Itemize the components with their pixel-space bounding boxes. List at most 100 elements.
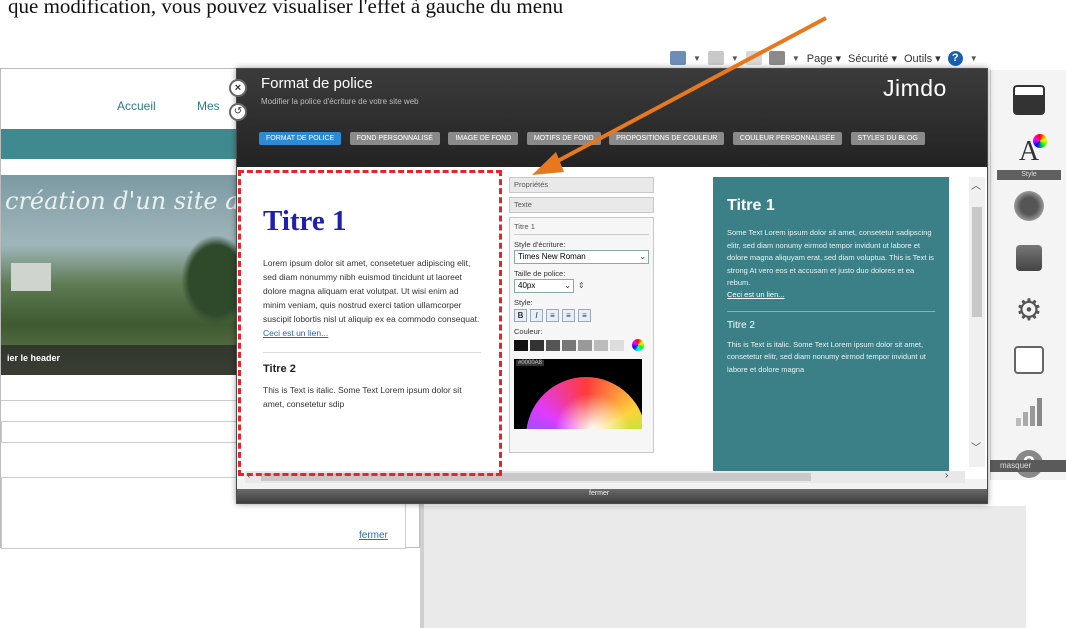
color-swatch[interactable]	[578, 339, 592, 351]
tab-background-image[interactable]: Image de fond	[448, 132, 519, 145]
preview-heading-1[interactable]: Titre 1	[263, 205, 481, 238]
dialog-title: Format de police	[261, 75, 373, 92]
tab-color-suggestions[interactable]: Propositions de couleur	[609, 132, 725, 145]
color-picker[interactable]: #0000A8	[514, 359, 642, 429]
chevron-down-icon: ⌄	[639, 252, 646, 261]
color-swatch[interactable]	[594, 339, 608, 351]
jimdo-side-toolbar: A Style ⚙ ?	[990, 70, 1066, 480]
preview-link[interactable]: Ceci est un lien...	[263, 328, 481, 338]
scroll-thumb[interactable]	[261, 473, 811, 481]
preview-teal[interactable]: Titre 1 Some Text Lorem ipsum dolor sit …	[713, 177, 949, 479]
bold-button[interactable]: B	[514, 309, 527, 322]
scroll-thumb[interactable]	[972, 207, 982, 317]
dialog-subtitle: Modifier la police d'écriture de votre s…	[261, 97, 419, 106]
color-swatch[interactable]	[530, 339, 544, 351]
preview-link[interactable]: Ceci est un lien...	[727, 290, 935, 299]
bar-chart-icon	[1016, 398, 1042, 426]
color-swatch[interactable]	[546, 339, 560, 351]
style-buttons: B I ≡ ≡ ≡	[514, 309, 649, 322]
tools-menu[interactable]: Outils ▾	[904, 52, 941, 65]
vertical-scrollbar[interactable]: ︿ ﹀	[969, 177, 985, 467]
horizontal-scrollbar[interactable]: ‹ ›	[245, 470, 965, 483]
chevron-up-icon[interactable]: ︿	[971, 177, 981, 192]
tab-blog-styles[interactable]: Styles du blog	[850, 132, 925, 145]
color-swatch[interactable]	[562, 339, 576, 351]
chevron-down-icon[interactable]: ▼	[970, 54, 978, 63]
divider	[727, 310, 935, 312]
help-icon[interactable]: ?	[947, 50, 963, 66]
close-link[interactable]: fermer	[359, 530, 388, 541]
font-format-dialog: × ↺ Format de police Modifier la police …	[229, 68, 988, 504]
hide-toolbar-button[interactable]: masquer	[990, 460, 1066, 472]
font-family-select[interactable]: Times New Roman ⌄	[514, 250, 649, 264]
divider	[263, 352, 481, 353]
palette-icon	[1033, 134, 1047, 148]
align-right-button[interactable]: ≡	[578, 309, 591, 322]
settings-tool[interactable]: ⚙	[991, 284, 1066, 336]
sound-tool[interactable]	[991, 180, 1066, 232]
font-family-label: Style d'écriture:	[514, 240, 566, 249]
chevron-right-icon[interactable]: ›	[945, 470, 948, 481]
align-left-button[interactable]: ≡	[546, 309, 559, 322]
home-icon[interactable]	[670, 51, 686, 65]
close-icon[interactable]: ×	[229, 79, 247, 97]
chevron-down-icon[interactable]: ﹀	[971, 439, 981, 454]
box-icon	[1016, 245, 1042, 271]
chevron-down-icon[interactable]: ▼	[693, 54, 701, 63]
jimdo-logo: Jimdo	[883, 75, 947, 101]
style-label: Style:	[514, 298, 533, 307]
print-icon[interactable]	[768, 51, 785, 65]
size-stepper-icon[interactable]: ⇕	[578, 281, 585, 290]
page-menu[interactable]: Page ▾	[807, 52, 841, 65]
tab-background-patterns[interactable]: Motifs de fond	[526, 132, 601, 145]
dialog-footer: fermer	[237, 489, 987, 503]
font-size-label: Taille de police:	[514, 269, 566, 278]
stats-tool[interactable]	[991, 386, 1066, 438]
preview-white[interactable]: Titre 1 Lorem ipsum dolor sit amet, cons…	[243, 177, 501, 477]
store-tool[interactable]	[991, 232, 1066, 284]
house-shape	[11, 263, 51, 291]
mail-icon[interactable]	[745, 51, 762, 65]
chevron-down-icon[interactable]: ▼	[792, 54, 800, 63]
tab-font-format[interactable]: Format de police	[259, 132, 342, 145]
layout-tool[interactable]	[991, 74, 1066, 126]
font-size-select[interactable]: 40px ⌄	[514, 279, 574, 293]
tab-custom-background[interactable]: Fond personnalisé	[349, 132, 440, 145]
chevron-down-icon: ⌄	[564, 281, 571, 290]
color-wheel-icon[interactable]	[632, 339, 644, 351]
preview-heading-2[interactable]: Titre 2	[727, 320, 935, 331]
background-area	[424, 506, 1026, 628]
preview-heading-1[interactable]: Titre 1	[727, 197, 935, 215]
color-swatches	[514, 339, 649, 351]
nav-item-home[interactable]: Accueil	[117, 99, 156, 113]
align-center-button[interactable]: ≡	[562, 309, 575, 322]
preview-italic-paragraph[interactable]: This is Text is italic. Some Text Lorem …	[727, 339, 935, 377]
nav-item-mes[interactable]: Mes	[197, 99, 220, 113]
style-tool-label: Style	[997, 170, 1061, 180]
color-swatch[interactable]	[514, 339, 528, 351]
color-label: Couleur:	[514, 327, 543, 336]
undo-icon[interactable]: ↺	[229, 103, 247, 121]
site-header-title: création d'un site a	[5, 187, 240, 215]
preview-paragraph[interactable]: Lorem ipsum dolor sit amet, consetetuer …	[263, 256, 481, 326]
picker-hex-value: #0000A8	[516, 360, 545, 366]
seo-tool[interactable]	[991, 334, 1066, 386]
browser-command-bar: ▼ ▼ ▼ Page ▾ Sécurité ▾ Outils ▾ ? ▼	[670, 46, 1066, 70]
preview-paragraph[interactable]: Some Text Lorem ipsum dolor sit amet, co…	[727, 227, 935, 290]
close-dialog-button[interactable]: fermer	[589, 490, 609, 497]
properties-header[interactable]: Propriétés	[509, 177, 654, 193]
magnifier-icon	[1014, 346, 1044, 374]
text-section-header[interactable]: Texte	[509, 197, 654, 213]
preview-heading-2[interactable]: Titre 2	[263, 363, 481, 375]
italic-button[interactable]: I	[530, 309, 543, 322]
preview-italic-paragraph[interactable]: This is Text is italic. Some Text Lorem …	[263, 383, 481, 411]
feeds-icon[interactable]	[707, 51, 724, 65]
security-menu[interactable]: Sécurité ▾	[848, 52, 897, 65]
heading-1-settings: Titre 1 Style d'écriture: Times New Roma…	[509, 217, 654, 453]
color-spectrum[interactable]	[526, 377, 642, 429]
tab-custom-color[interactable]: Couleur personnalisée	[732, 132, 843, 145]
style-tool[interactable]: A Style	[991, 126, 1066, 180]
color-swatch[interactable]	[610, 339, 624, 351]
chevron-down-icon[interactable]: ▼	[731, 54, 739, 63]
chevron-left-icon[interactable]: ‹	[247, 470, 250, 481]
